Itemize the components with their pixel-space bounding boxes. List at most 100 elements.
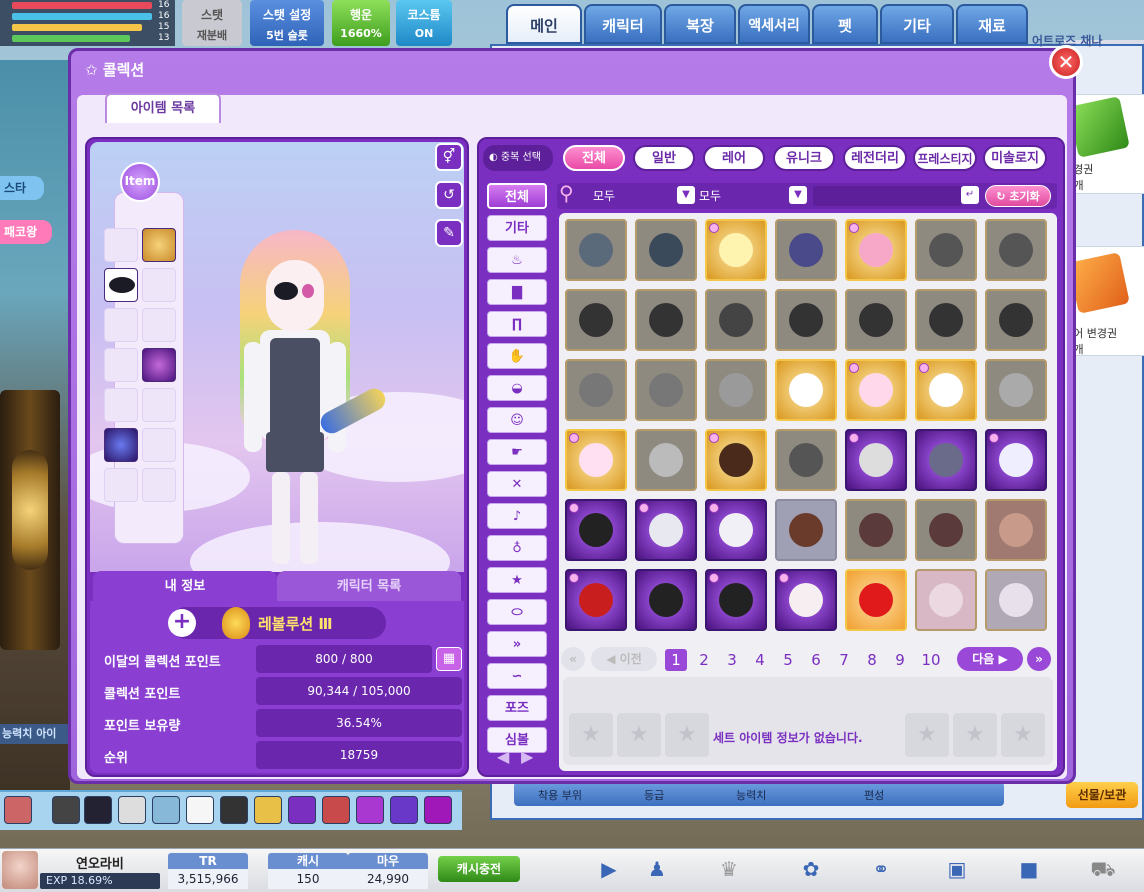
item-cell[interactable] [565, 499, 627, 561]
quickslot-10[interactable] [322, 796, 350, 824]
category-symbol[interactable]: 심볼 [487, 727, 547, 753]
reset-button[interactable]: ↻ 초기화 [985, 185, 1051, 207]
shop-tab-accessory[interactable]: 액세서리 [738, 4, 810, 44]
item-cell[interactable] [915, 499, 977, 561]
equip-slot-tail[interactable] [142, 468, 176, 502]
category-glove-icon[interactable]: ✋ [487, 343, 547, 369]
item-cell[interactable] [985, 359, 1047, 421]
item-cell[interactable] [985, 289, 1047, 351]
rarity-tab-prestige[interactable]: 프레스티지 [913, 145, 977, 171]
first-page-icon[interactable]: « [561, 647, 585, 671]
item-cell[interactable] [635, 429, 697, 491]
item-cell[interactable] [705, 569, 767, 631]
filter-select-2[interactable]: 모두 [699, 187, 721, 204]
item-cell[interactable] [635, 569, 697, 631]
page-5[interactable]: 5 [777, 649, 799, 671]
item-cell[interactable] [845, 289, 907, 351]
item-cell[interactable] [705, 429, 767, 491]
category-all[interactable]: 전체 [487, 183, 547, 209]
handshake-icon[interactable]: ⚭ [868, 856, 894, 882]
filter-stat-label[interactable]: 능력치 [736, 787, 766, 803]
item-cell[interactable] [635, 359, 697, 421]
eraser-icon[interactable]: ✎ [435, 219, 463, 247]
category-bag-icon[interactable]: ♁ [487, 535, 547, 561]
item-cell[interactable] [915, 219, 977, 281]
prev-category-arrow-icon[interactable]: ◀ [497, 747, 509, 766]
page-4[interactable]: 4 [749, 649, 771, 671]
equip-slot-eye[interactable] [104, 268, 138, 302]
category-tail-icon[interactable]: ∽ [487, 663, 547, 689]
item-cell[interactable] [635, 499, 697, 561]
close-button[interactable]: ✕ [1049, 45, 1083, 79]
item-cell[interactable] [565, 219, 627, 281]
item-cell[interactable] [705, 219, 767, 281]
item-cell[interactable] [845, 359, 907, 421]
item-cell[interactable] [565, 289, 627, 351]
item-cell[interactable] [775, 289, 837, 351]
shop-tab-main[interactable]: 메인 [506, 4, 582, 44]
bag-icon[interactable]: ■ [1016, 856, 1042, 882]
item-cell[interactable] [915, 569, 977, 631]
side-tag-guild[interactable]: 패코왕 [0, 220, 52, 244]
gender-toggle-icon[interactable]: ⚥ [435, 143, 463, 171]
category-hat-icon[interactable]: ◒ [487, 375, 547, 401]
last-page-icon[interactable]: » [1027, 647, 1051, 671]
filter-select-1[interactable]: 모두 [593, 187, 615, 204]
item-cell[interactable] [845, 219, 907, 281]
duplicate-select-toggle[interactable]: ◐ 중복 선택 [483, 145, 553, 171]
item-cell[interactable] [775, 569, 837, 631]
page-9[interactable]: 9 [889, 649, 911, 671]
category-hair-icon[interactable]: ♨ [487, 247, 547, 273]
quickslot-2[interactable] [52, 796, 80, 824]
rarity-tab-legendary[interactable]: 레전더리 [843, 145, 907, 171]
chevron-down-icon[interactable]: ▼ [789, 186, 807, 204]
shop-tab-character[interactable]: 캐릭터 [584, 4, 662, 44]
item-cell[interactable] [985, 499, 1047, 561]
filter-set-label[interactable]: 편성 [864, 787, 884, 803]
shop-tab-material[interactable]: 재료 [956, 4, 1028, 44]
shop-tab-pet[interactable]: 펫 [812, 4, 878, 44]
item-badge[interactable]: Item [120, 162, 160, 202]
equip-slot-socks[interactable] [142, 348, 176, 382]
rarity-tab-rare[interactable]: 레어 [703, 145, 765, 171]
category-shirt-icon[interactable]: ▇ [487, 279, 547, 305]
stat-redistribute-button[interactable]: 스탯 재분배 [182, 0, 242, 46]
page-6[interactable]: 6 [805, 649, 827, 671]
item-cell[interactable] [775, 219, 837, 281]
page-3[interactable]: 3 [721, 649, 743, 671]
rotate-reset-icon[interactable]: ↺ [435, 181, 463, 209]
category-pants-icon[interactable]: ∏ [487, 311, 547, 337]
item-cell[interactable] [635, 289, 697, 351]
community-icon[interactable]: ♟ [644, 856, 670, 882]
equip-slot-shoes[interactable] [104, 308, 138, 342]
cash-charge-button[interactable]: 캐시충전 [438, 856, 520, 882]
category-shoe-icon[interactable]: ♪ [487, 503, 547, 529]
trophy-icon[interactable]: ♛ [716, 856, 742, 882]
item-cell[interactable] [915, 429, 977, 491]
item-cell[interactable] [985, 219, 1047, 281]
plus-button[interactable]: + [168, 609, 196, 637]
page-8[interactable]: 8 [861, 649, 883, 671]
item-cell[interactable] [845, 429, 907, 491]
chevron-down-icon[interactable]: ▼ [677, 186, 695, 204]
tab-character-list[interactable]: 캐릭터 목록 [277, 571, 461, 603]
equip-slot-hat[interactable] [104, 228, 138, 262]
quickslot-9[interactable] [288, 796, 316, 824]
next-page-button[interactable]: 다음 ▶ [957, 647, 1023, 671]
item-cell[interactable] [705, 289, 767, 351]
equip-slot-gloves[interactable] [104, 348, 138, 382]
player-avatar[interactable] [2, 851, 38, 889]
storage-icon[interactable]: ▣ [944, 856, 970, 882]
shop-tab-etc[interactable]: 기타 [880, 4, 954, 44]
item-cell[interactable] [985, 569, 1047, 631]
prev-page-button[interactable]: ◀ 이전 [591, 647, 657, 671]
stat-setting-button[interactable]: 스탯 설정 5번 슬롯 [250, 0, 324, 46]
item-cell[interactable] [775, 429, 837, 491]
equip-slot-ring[interactable] [104, 388, 138, 422]
quickslot-11[interactable] [356, 796, 384, 824]
equip-slot-top[interactable] [142, 268, 176, 302]
rarity-tab-unique[interactable]: 유니크 [773, 145, 835, 171]
rarity-tab-mythology[interactable]: 미솔로지 [983, 145, 1047, 171]
equip-slot-hair[interactable] [142, 228, 176, 262]
category-etc[interactable]: 기타 [487, 215, 547, 241]
